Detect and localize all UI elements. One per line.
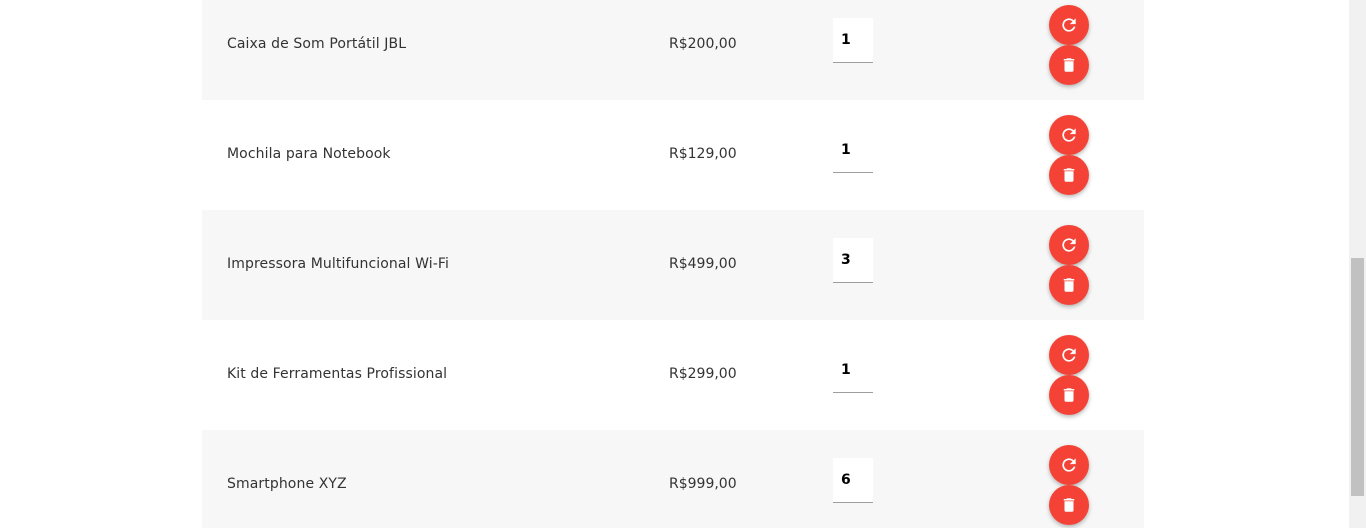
product-price: R$129,00	[669, 146, 737, 162]
update-quantity-button[interactable]	[1049, 225, 1089, 265]
vertical-scrollbar[interactable]	[1349, 0, 1366, 528]
remove-item-button[interactable]	[1049, 375, 1089, 415]
cart-row: Kit de Ferramentas Profissional R$299,00	[202, 320, 1144, 430]
remove-item-button[interactable]	[1049, 485, 1089, 525]
product-name: Mochila para Notebook	[227, 146, 391, 162]
refresh-icon	[1062, 348, 1076, 362]
update-quantity-button[interactable]	[1049, 5, 1089, 45]
product-price: R$999,00	[669, 476, 737, 492]
trash-icon	[1063, 168, 1075, 182]
product-price: R$299,00	[669, 366, 737, 382]
update-quantity-button[interactable]	[1049, 335, 1089, 375]
quantity-input[interactable]	[833, 458, 873, 503]
trash-icon	[1063, 278, 1075, 292]
quantity-input[interactable]	[833, 238, 873, 283]
cart-row: Caixa de Som Portátil JBL R$200,00	[202, 0, 1144, 100]
product-name: Impressora Multifuncional Wi-Fi	[227, 256, 449, 272]
product-name: Kit de Ferramentas Profissional	[227, 366, 448, 382]
remove-item-button[interactable]	[1049, 155, 1089, 195]
refresh-icon	[1062, 238, 1076, 252]
quantity-input[interactable]	[833, 128, 873, 173]
product-price: R$200,00	[669, 36, 737, 52]
remove-item-button[interactable]	[1049, 45, 1089, 85]
cart-row: Impressora Multifuncional Wi-Fi R$499,00	[202, 210, 1144, 320]
cart-page: Caixa de Som Portátil JBL R$200,00 Mochi…	[0, 0, 1366, 528]
refresh-icon	[1062, 128, 1076, 142]
quantity-input[interactable]	[833, 18, 873, 63]
trash-icon	[1063, 58, 1075, 72]
update-quantity-button[interactable]	[1049, 445, 1089, 485]
cart-table: Caixa de Som Portátil JBL R$200,00 Mochi…	[202, 0, 1144, 528]
refresh-icon	[1062, 458, 1076, 472]
quantity-input[interactable]	[833, 348, 873, 393]
trash-icon	[1063, 498, 1075, 512]
trash-icon	[1063, 388, 1075, 402]
remove-item-button[interactable]	[1049, 265, 1089, 305]
refresh-icon	[1062, 18, 1076, 32]
product-name: Caixa de Som Portátil JBL	[227, 36, 407, 52]
cart-row: Smartphone XYZ R$999,00	[202, 430, 1144, 528]
cart-row: Mochila para Notebook R$129,00	[202, 100, 1144, 210]
product-name: Smartphone XYZ	[227, 476, 347, 492]
scrollbar-thumb[interactable]	[1351, 258, 1364, 496]
update-quantity-button[interactable]	[1049, 115, 1089, 155]
product-price: R$499,00	[669, 256, 737, 272]
